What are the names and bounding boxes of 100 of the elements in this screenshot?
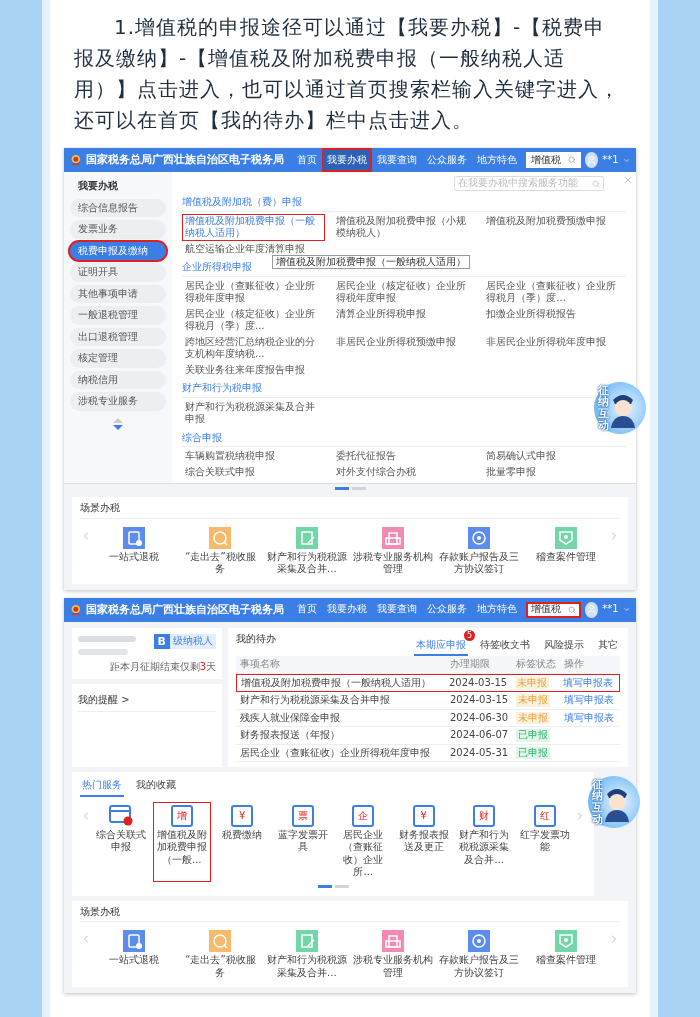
chevron-down-icon[interactable] — [622, 605, 630, 614]
service-link[interactable]: 对外支付综合办税 — [332, 464, 419, 479]
service-link[interactable]: 增值税及附加税费申报（小规模纳税人） — [332, 213, 476, 241]
service-item[interactable]: 涉税专业服务机构管理 — [351, 523, 436, 579]
table-row[interactable]: 增值税及附加税费申报（一般纳税人适用） 2024-03-15 未申报 填写申报表 — [236, 673, 620, 692]
user-name[interactable]: **1 — [602, 153, 619, 167]
service-icon — [554, 930, 577, 952]
service-item[interactable]: “走出去”税收服务 — [178, 927, 263, 982]
search-icon — [567, 605, 576, 614]
todo-tab[interactable]: 其它 — [596, 636, 620, 656]
service-item[interactable]: 财产和行为税税源采集及合并... — [264, 927, 349, 982]
nav-tab[interactable]: 我要查询 — [371, 148, 422, 172]
avatar-icon[interactable] — [584, 152, 599, 168]
avatar-icon[interactable] — [584, 601, 599, 618]
service-link[interactable]: 车辆购置税纳税申报 — [182, 449, 278, 464]
reminders-title[interactable]: 我的提醒 > — [78, 690, 216, 712]
blurred-name-drawing — [78, 633, 138, 658]
user-name[interactable]: **1 — [602, 603, 619, 616]
service-item[interactable]: 增 增值税及附加税费申报（一般... — [152, 801, 211, 882]
service-label: 红字发票功能 — [518, 828, 571, 854]
service-label: 财务报表报送及更正 — [397, 828, 450, 854]
service-link[interactable]: 财产和行为税税源采集及合并申报 — [182, 399, 325, 427]
table-row[interactable]: 财务报表报送（年报） 2024-06-07 已申报 — [236, 727, 620, 745]
search-icon — [592, 179, 600, 188]
sidebar-item[interactable]: 税费申报及缴纳 — [70, 241, 166, 260]
nav-tab[interactable]: 首页 — [291, 148, 322, 172]
service-link[interactable]: 航空运输企业年度清算申报 — [182, 241, 308, 256]
search-field[interactable]: 增值税 — [525, 152, 581, 168]
service-item[interactable]: 稽查案件管理 — [523, 523, 608, 579]
service-label: 财产和行为税税源采集及合并... — [266, 954, 347, 979]
fill-form-link[interactable]: 填写申报表 — [563, 676, 615, 689]
service-link[interactable]: 增值税及附加税费预缴申报 — [483, 213, 610, 228]
nav-tab[interactable]: 我要办税 — [321, 148, 372, 172]
sidebar-item[interactable]: 发票业务 — [70, 220, 166, 239]
service-item[interactable]: 票 蓝字发票开具 — [273, 801, 332, 882]
column-header: 事项名称 — [240, 658, 281, 671]
table-row[interactable]: 财产和行为税税源采集及合并申报 2024-03-15 未申报 填写申报表 — [236, 692, 620, 710]
sidebar-item[interactable]: 一般退税管理 — [70, 306, 166, 325]
sidebar-item[interactable]: 其他事项申请 — [70, 284, 166, 303]
service-link[interactable]: 非居民企业所得税预缴申报 — [332, 334, 459, 349]
service-link[interactable]: 委托代征报告 — [332, 449, 399, 464]
service-label: 居民企业（查账征收）企业所... — [342, 828, 385, 879]
service-link[interactable]: 增值税及附加税费申报（一般纳税人适用） — [182, 213, 325, 241]
service-item[interactable]: 一站式退税 — [92, 927, 177, 982]
service-link[interactable]: 非居民企业所得税年度申报 — [483, 334, 610, 349]
service-item[interactable]: 红 红字发票功能 — [515, 801, 574, 882]
service-item[interactable]: ¥ 税费缴纳 — [213, 801, 272, 882]
service-link[interactable]: 跨地区经营汇总纳税企业的分支机构年度纳税... — [182, 334, 325, 362]
services-tab[interactable]: 热门服务 — [80, 777, 124, 797]
service-item[interactable]: ¥ 财务报表报送及更正 — [394, 801, 453, 882]
sidebar-item[interactable]: 出口退税管理 — [70, 327, 166, 346]
nav-tab[interactable]: 公众服务 — [421, 148, 472, 172]
service-item[interactable]: 财 财产和行为税税源采集及合并... — [455, 801, 514, 882]
service-link[interactable]: 批量零申报 — [483, 464, 540, 479]
service-icon — [209, 526, 232, 549]
service-item[interactable]: 企 居民企业（查账征收）企业所... — [334, 801, 393, 882]
service-item[interactable]: 财产和行为税税源采集及合并... — [264, 523, 349, 579]
search-field[interactable]: 增值税 — [525, 601, 581, 618]
service-link[interactable]: 居民企业（核定征收）企业所得税月（季）度... — [182, 306, 325, 334]
status-tag: 未申报 — [516, 711, 550, 724]
service-link[interactable]: 综合关联式申报 — [182, 464, 258, 479]
table-row[interactable]: 残疾人就业保障金申报 2024-06-30 未申报 填写申报表 — [236, 709, 620, 727]
nav-tab[interactable]: 地方特色 — [471, 148, 522, 172]
nav-tab[interactable]: 地方特色 — [471, 597, 522, 622]
service-item[interactable]: 综合关联式申报 — [92, 801, 151, 882]
sidebar-item[interactable]: 纳税信用 — [70, 370, 166, 389]
service-item[interactable]: 一站式退税 — [92, 523, 177, 579]
service-item[interactable]: 存款账户报告及三方协议签订 — [437, 927, 522, 982]
service-item[interactable]: 涉税专业服务机构管理 — [351, 927, 436, 982]
service-item[interactable]: 稽查案件管理 — [523, 927, 608, 982]
service-item[interactable]: 存款账户报告及三方协议签订 — [437, 523, 522, 579]
service-link[interactable]: 居民企业（查账征收）企业所得税月（季）度... — [483, 278, 626, 306]
todo-tab[interactable]: 待签收文书 — [478, 636, 532, 656]
service-link[interactable]: 关联业务往来年度报告申报 — [182, 362, 308, 377]
fill-form-link[interactable]: 填写申报表 — [564, 711, 616, 724]
nav-tab[interactable]: 我要查询 — [371, 597, 422, 622]
sidebar-item[interactable]: 涉税专业服务 — [70, 392, 166, 411]
sidebar-title: 我要办税 — [77, 179, 119, 193]
sidebar-item[interactable]: 综合信息报告 — [70, 198, 166, 217]
card-title: 我的待办 — [236, 632, 276, 645]
service-icon — [209, 930, 232, 952]
service-link[interactable]: 居民企业（查账征收）企业所得税年度申报 — [182, 278, 325, 306]
nav-tab[interactable]: 公众服务 — [421, 597, 472, 622]
sidebar-item[interactable]: 证明开具 — [70, 263, 166, 282]
service-item[interactable]: “走出去”税收服务 — [178, 523, 263, 579]
nav-tab[interactable]: 首页 — [291, 597, 322, 622]
sidebar-item[interactable]: 核定管理 — [70, 349, 166, 368]
nav-tab[interactable]: 我要办税 — [321, 597, 372, 622]
todo-tab[interactable]: 风险提示 — [542, 636, 586, 656]
fill-form-link[interactable]: 填写申报表 — [564, 694, 616, 707]
service-link[interactable]: 居民企业（核定征收）企业所得税年度申报 — [332, 278, 476, 306]
icon-glyph: 增 — [176, 810, 187, 821]
table-cell-text: 2024-05-31 — [450, 746, 510, 759]
table-row[interactable]: 居民企业（查账征收）企业所得税年度申报 2024-05-31 已申报 — [236, 744, 620, 762]
service-link[interactable]: 简易确认式申报 — [483, 449, 560, 464]
service-link[interactable]: 扣缴企业所得税报告 — [483, 306, 580, 321]
service-icon — [468, 930, 491, 952]
service-link[interactable]: 清算企业所得税申报 — [332, 306, 429, 321]
services-tab[interactable]: 我的收藏 — [134, 777, 178, 797]
scroll-arrows-icon[interactable] — [113, 417, 123, 430]
